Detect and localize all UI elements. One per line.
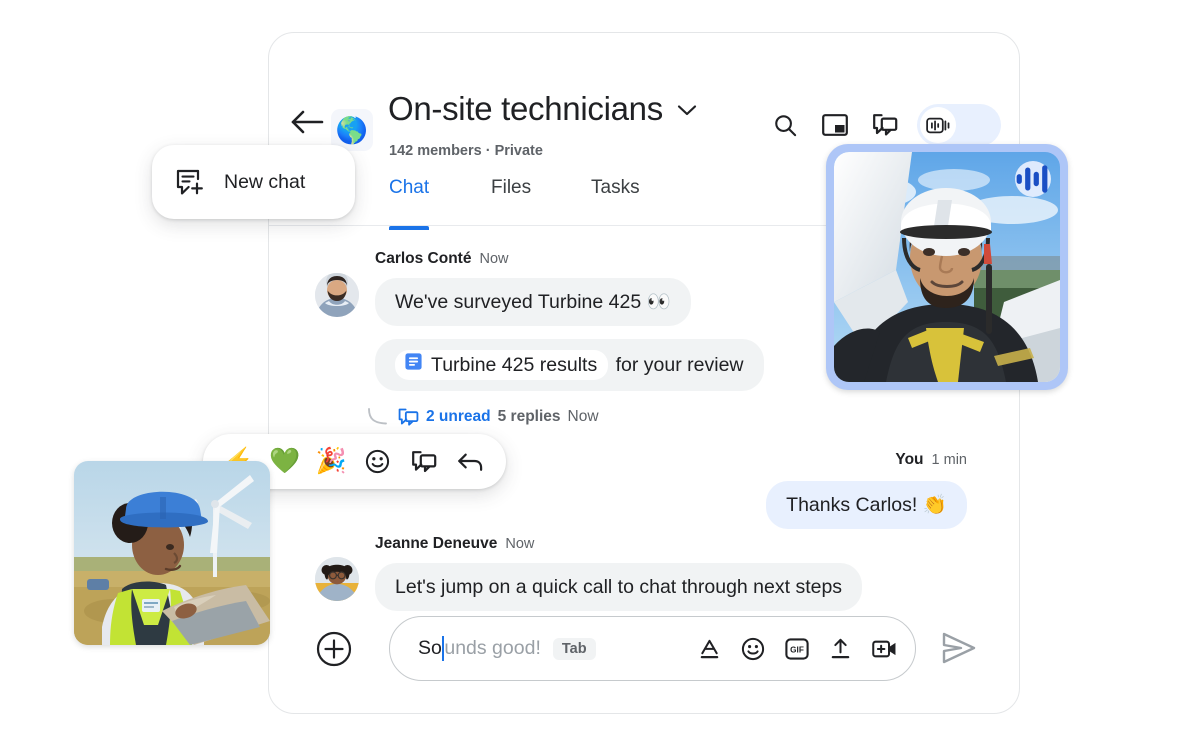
tab-chat[interactable]: Chat (389, 173, 430, 230)
message-text-after-chip: for your review (615, 354, 744, 376)
message-bubble-with-chip[interactable]: Turbine 425 results for your review (375, 339, 764, 392)
page-title: On-site technicians (388, 90, 663, 127)
composer-suggestion-text: unds good! (444, 637, 541, 659)
meet-camera-icon (920, 107, 956, 143)
thread-reply-count: 5 replies (497, 408, 561, 425)
emoji-icon[interactable] (741, 637, 765, 661)
tab-files-label: Files (491, 177, 532, 198)
message-meta: Jeanne Deneuve Now (375, 535, 534, 553)
thread-icon (398, 408, 419, 427)
message-author: You (895, 451, 924, 468)
party-popper-emoji[interactable]: 🎉 (316, 449, 347, 474)
tab-chat-label: Chat (389, 177, 430, 198)
add-reaction-icon[interactable] (363, 449, 393, 474)
message-text: Thanks Carlos! 👏 (766, 481, 967, 530)
message-bubble[interactable]: Let's jump on a quick call to chat throu… (375, 563, 863, 612)
message-meta: Carlos Conté Now (375, 250, 508, 268)
composer-typed-text: So (418, 637, 442, 659)
threads-icon[interactable] (861, 101, 909, 149)
back-arrow-icon[interactable] (290, 109, 324, 135)
google-docs-icon (404, 352, 423, 378)
tab-tasks-label: Tasks (591, 177, 640, 198)
message-bubble[interactable]: We've surveyed Turbine 425 👀 (375, 278, 691, 327)
avatar[interactable] (315, 273, 359, 317)
photo-technician-tile[interactable] (74, 461, 270, 645)
reply-arrow-icon[interactable] (456, 451, 486, 473)
tab-files[interactable]: Files (491, 173, 531, 229)
add-attachment-button[interactable] (316, 631, 352, 667)
send-icon[interactable] (941, 631, 977, 667)
message-author: Carlos Conté (375, 250, 472, 267)
tab-hint-chip: Tab (552, 637, 596, 660)
message-text: We've surveyed Turbine 425 👀 (375, 278, 691, 327)
upload-icon[interactable] (829, 637, 852, 660)
svg-text:GIF: GIF (790, 645, 804, 654)
avatar[interactable] (315, 557, 359, 601)
picture-in-picture-icon[interactable] (811, 101, 859, 149)
new-chat-popup[interactable]: New chat (152, 145, 355, 219)
chat-header: 🌎 On-site technicians 142 members · Priv… (269, 33, 1019, 159)
search-icon[interactable] (761, 101, 809, 149)
thread-connector-icon (367, 407, 389, 427)
new-chat-icon (176, 169, 204, 196)
smart-chip[interactable]: Turbine 425 results (395, 350, 609, 381)
space-subtitle: 142 members · Private (389, 143, 543, 159)
tab-tasks[interactable]: Tasks (591, 173, 640, 229)
space-emoji: 🌎 (335, 115, 369, 145)
meet-toggle[interactable] (917, 104, 1001, 146)
thread-summary[interactable]: 2 unread 5 replies Now (367, 407, 599, 427)
format-text-icon[interactable] (698, 637, 721, 660)
video-feed (834, 152, 1060, 382)
audio-waveform-icon (1015, 161, 1051, 197)
message-timestamp: 1 min (931, 452, 967, 468)
message-timestamp: Now (479, 251, 509, 267)
composer-text: So unds good! Tab (418, 636, 596, 661)
new-chat-label: New chat (224, 170, 306, 193)
video-participant-tile[interactable] (826, 144, 1068, 390)
header-actions (761, 101, 1001, 149)
reply-in-thread-icon[interactable] (409, 450, 439, 474)
message-input[interactable]: So unds good! Tab GIF (389, 616, 916, 681)
gif-icon[interactable]: GIF (785, 637, 809, 660)
message-text: Let's jump on a quick call to chat throu… (375, 563, 863, 612)
green-heart-emoji[interactable]: 💚 (269, 449, 300, 474)
composer-toolbar: GIF (698, 637, 897, 661)
tab-active-underline (389, 226, 430, 230)
chevron-down-icon[interactable] (677, 103, 697, 116)
smart-chip-label: Turbine 425 results (431, 354, 598, 376)
add-video-icon[interactable] (872, 639, 897, 659)
message-bubble[interactable]: Thanks Carlos! 👏 (766, 481, 967, 530)
message-author: Jeanne Deneuve (375, 535, 498, 552)
thread-timestamp: Now (567, 408, 599, 425)
message-timestamp: Now (505, 536, 535, 552)
space-title-button[interactable]: On-site technicians (388, 90, 697, 128)
message-meta: You 1 min (895, 451, 967, 469)
thread-unread-count: 2 unread (426, 408, 491, 425)
